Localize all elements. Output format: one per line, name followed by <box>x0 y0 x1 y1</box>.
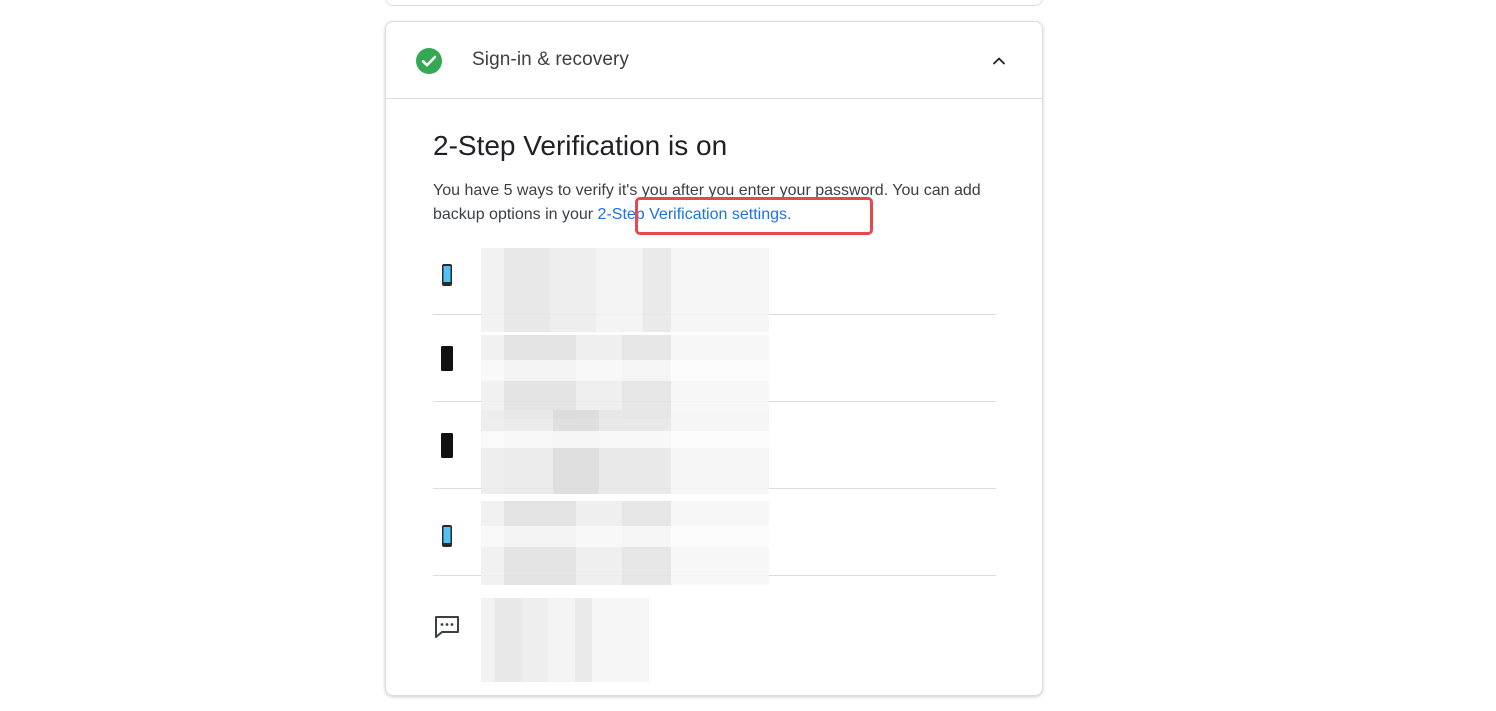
verification-method-item[interactable] <box>433 576 996 682</box>
verification-method-item[interactable] <box>433 228 996 332</box>
redacted-content <box>481 598 649 682</box>
two-step-settings-link[interactable]: 2-Step Verification settings. <box>598 206 792 223</box>
check-circle-icon <box>416 48 442 74</box>
verification-method-item[interactable] <box>433 489 996 585</box>
sign-in-recovery-card: Sign-in & recovery 2-Step Verification i… <box>385 21 1043 696</box>
verification-description: You have 5 ways to verify it's you after… <box>433 179 1003 227</box>
section-title: Sign-in & recovery <box>472 49 630 70</box>
verification-heading: 2-Step Verification is on <box>433 130 728 161</box>
phone-icon <box>442 525 452 547</box>
previous-card <box>385 0 1043 6</box>
phone-dark-icon <box>441 346 453 371</box>
phone-dark-icon <box>441 433 453 458</box>
phone-icon <box>442 264 452 286</box>
redacted-content <box>481 501 769 585</box>
message-icon <box>435 616 459 638</box>
verification-method-item[interactable] <box>433 315 996 419</box>
verification-method-item[interactable] <box>433 402 996 494</box>
chevron-up-icon[interactable] <box>989 51 1009 71</box>
redacted-content <box>481 410 769 494</box>
card-header[interactable]: Sign-in & recovery <box>386 22 1042 99</box>
